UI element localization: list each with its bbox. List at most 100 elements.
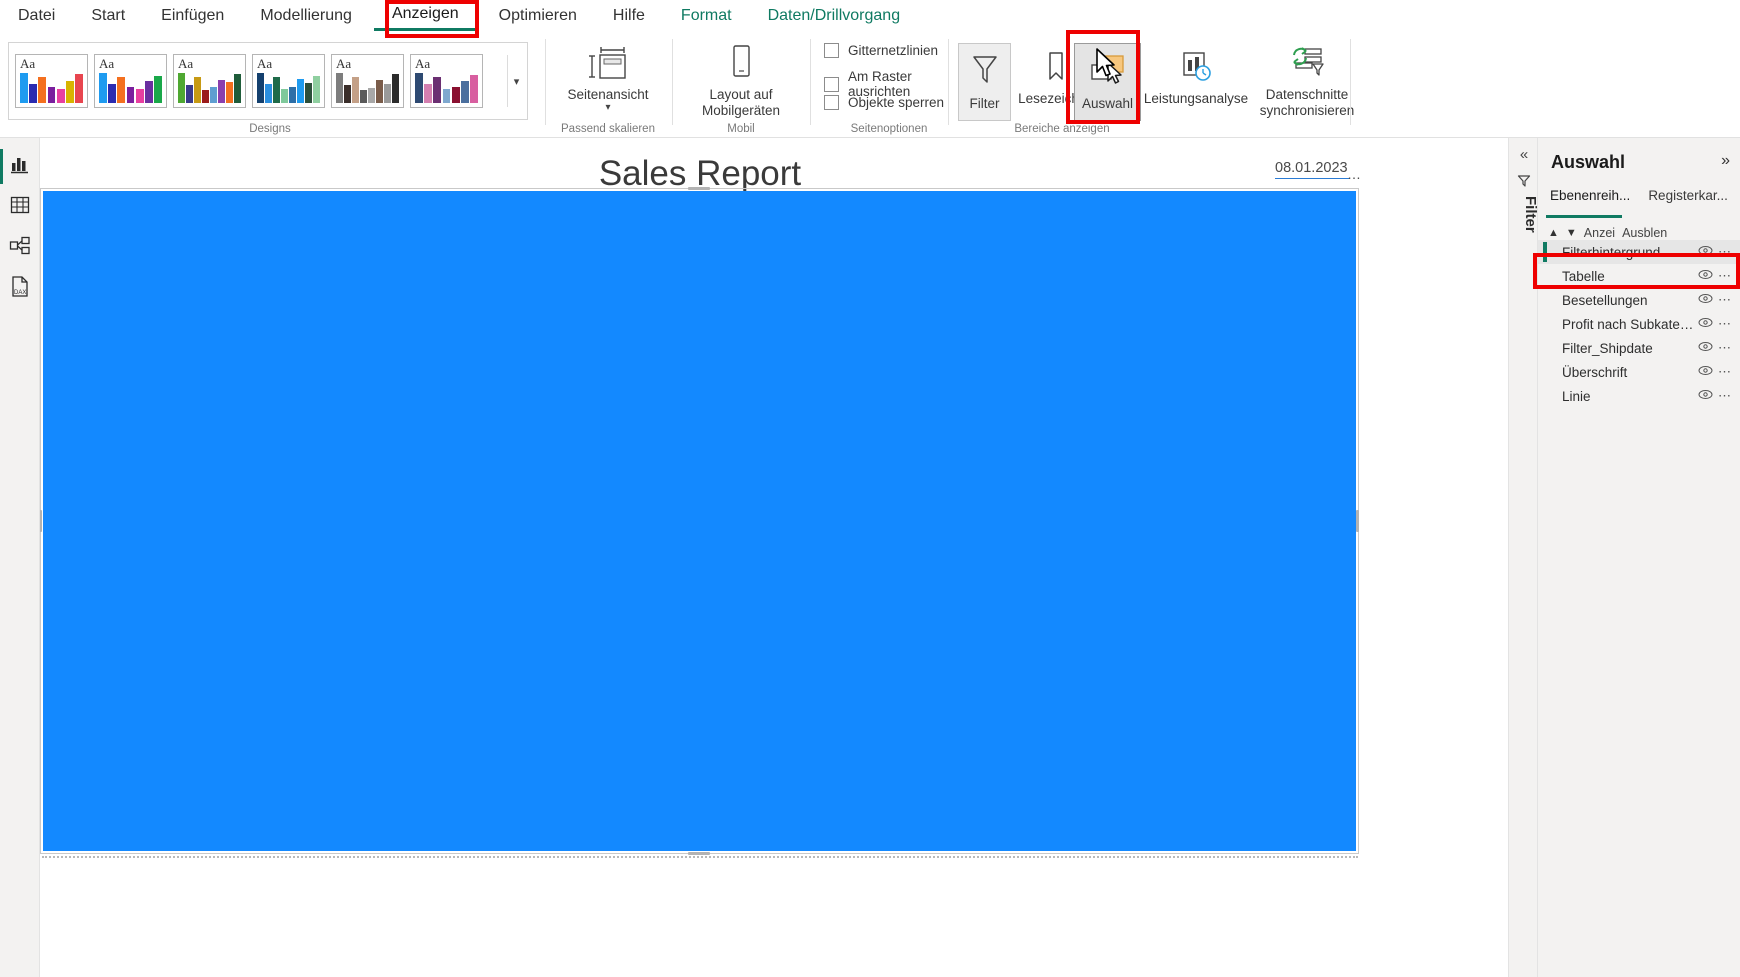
layer-name: Überschrift (1562, 364, 1628, 380)
ellipsis-icon[interactable]: ⋯ (1718, 316, 1732, 332)
theme-bars (178, 73, 241, 103)
ellipsis-icon[interactable]: ⋯ (1718, 268, 1732, 284)
filter-pane-label: Filter (969, 96, 1000, 111)
resize-handle-left[interactable] (40, 510, 42, 532)
seitenansicht-button[interactable]: Seitenansicht ▾ (552, 41, 664, 113)
ribbon-separator (672, 39, 673, 125)
report-date-field[interactable]: 08.01.2023 (1275, 160, 1350, 179)
checkbox-objekte-sperren[interactable]: Objekte sperren (824, 95, 944, 110)
auswahl-pane-label: Auswahl (1081, 96, 1134, 111)
resize-handle-right[interactable] (1356, 510, 1359, 532)
leistungsanalyse-button[interactable]: Leistungsanalyse (1137, 45, 1255, 107)
menu-bar: Datei Start Einfügen Modellierung Anzeig… (0, 0, 1740, 31)
chevron-down-icon[interactable]: ▾ (507, 55, 525, 107)
filterhintergrund-shape[interactable] (43, 191, 1356, 851)
theme-aa-label: Aa (415, 56, 431, 71)
mobile-layout-button[interactable]: Layout auf Mobilgeräten (680, 41, 802, 119)
eye-icon[interactable] (1698, 293, 1713, 307)
chevron-double-left-icon[interactable]: « (1509, 146, 1539, 163)
view-switcher-rail: DAX (0, 138, 40, 977)
filter-pane-button[interactable]: Filter (958, 43, 1011, 121)
layer-list: Filterhintergrund ⋯ Tabelle ⋯ Besetellun… (1538, 240, 1740, 408)
chevron-down-icon[interactable]: ▾ (605, 103, 610, 113)
theme-aa-label: Aa (20, 56, 36, 71)
ribbon-group-bereiche-anzeigen: Filter Lesezeichen Auswahl Leistungsanal… (952, 31, 1354, 138)
checkbox-label: Gitternetzlinien (848, 43, 939, 58)
eye-icon[interactable] (1698, 365, 1713, 379)
ellipsis-icon[interactable]: ⋯ (1718, 364, 1732, 380)
ribbon-group-label-scale: Passend skalieren (561, 123, 655, 135)
ribbon-separator (810, 39, 811, 125)
ellipsis-icon[interactable]: ⋯ (1718, 244, 1732, 260)
funnel-icon (1509, 174, 1539, 191)
report-canvas[interactable]: Sales Report 08.01.2023 … (40, 138, 1508, 977)
layer-row-ueberschrift[interactable]: Überschrift ⋯ (1538, 360, 1740, 384)
theme-swatch[interactable]: Aa (94, 54, 167, 108)
checkbox-box[interactable] (824, 95, 839, 110)
layer-name: Filterhintergrund (1562, 244, 1661, 260)
show-button[interactable]: Anzei (1584, 226, 1615, 240)
theme-swatch[interactable]: Aa (331, 54, 404, 108)
layer-row-tabelle[interactable]: Tabelle ⋯ (1538, 264, 1740, 288)
ellipsis-icon[interactable]: ⋯ (1718, 292, 1732, 308)
layer-name: Profit nach Subkateg... (1562, 316, 1694, 332)
menu-item-start[interactable]: Start (73, 0, 143, 31)
theme-aa-label: Aa (178, 56, 194, 71)
tab-registerkarten[interactable]: Registerkar... (1636, 186, 1734, 218)
theme-aa-label: Aa (336, 56, 352, 71)
menu-item-datei[interactable]: Datei (0, 0, 73, 31)
theme-swatch[interactable]: Aa (15, 54, 88, 108)
layer-row-profit-nach-subkategorie[interactable]: Profit nach Subkateg... ⋯ (1538, 312, 1740, 336)
hide-button[interactable]: Ausblen (1622, 226, 1667, 240)
menu-item-hilfe[interactable]: Hilfe (595, 0, 663, 31)
theme-gallery[interactable]: Aa Aa Aa Aa Aa Aa ▾ (8, 42, 528, 120)
layer-row-filter-shipdate[interactable]: Filter_Shipdate ⋯ (1538, 336, 1740, 360)
bookmark-icon (1043, 45, 1069, 89)
menu-item-einfuegen[interactable]: Einfügen (143, 0, 242, 31)
ellipsis-icon[interactable]: ⋯ (1718, 388, 1732, 404)
sidebar-item-dax-query-view[interactable]: DAX (0, 269, 40, 310)
layer-row-besetellungen[interactable]: Besetellungen ⋯ (1538, 288, 1740, 312)
sidebar-item-model-view[interactable] (0, 228, 40, 269)
menu-item-format[interactable]: Format (663, 0, 750, 31)
dax-query-icon: DAX (9, 275, 31, 304)
theme-swatch[interactable]: Aa (173, 54, 246, 108)
selection-pane-tabs: Ebenenreih... Registerkar... (1538, 186, 1740, 218)
eye-icon[interactable] (1698, 245, 1713, 259)
sidebar-item-data-view[interactable] (0, 187, 40, 228)
menu-item-modellierung[interactable]: Modellierung (242, 0, 370, 31)
tab-ebenenreihenfolge[interactable]: Ebenenreih... (1538, 186, 1636, 218)
theme-swatch[interactable]: Aa (252, 54, 325, 108)
menu-item-anzeigen[interactable]: Anzeigen (373, 0, 477, 31)
eye-icon[interactable] (1698, 317, 1713, 331)
checkbox-box[interactable] (824, 43, 839, 58)
arrow-up-icon[interactable]: ▲ (1548, 227, 1559, 239)
table-icon (9, 194, 31, 221)
eye-icon[interactable] (1698, 389, 1713, 403)
ribbon-separator (948, 39, 949, 125)
eye-icon[interactable] (1698, 341, 1713, 355)
datenschnitte-line1: Datenschnitte (1265, 87, 1349, 102)
page-bottom-guide (42, 856, 1358, 858)
selection-pane-title: Auswahl (1551, 152, 1626, 172)
menu-item-daten-drillvorgang[interactable]: Daten/Drillvorgang (750, 0, 919, 31)
theme-bars (336, 73, 399, 103)
filter-pane-collapsed[interactable]: « Filter (1508, 138, 1539, 977)
resize-handle-top[interactable] (688, 187, 710, 190)
checkbox-box[interactable] (824, 76, 839, 92)
layer-row-filterhintergrund[interactable]: Filterhintergrund ⋯ (1538, 240, 1740, 264)
datenschnitte-synchronisieren-button[interactable]: Datenschnitte synchronisieren (1247, 41, 1367, 119)
filter-pane-label: Filter (1522, 196, 1539, 233)
theme-swatch[interactable]: Aa (410, 54, 483, 108)
checkbox-gitternetzlinien[interactable]: Gitternetzlinien (824, 43, 938, 58)
arrow-down-icon[interactable]: ▼ (1566, 227, 1577, 239)
chevron-double-right-icon[interactable]: » (1721, 152, 1730, 170)
ellipsis-icon[interactable]: ⋯ (1718, 340, 1732, 356)
bar-chart-icon (9, 153, 31, 180)
resize-handle-bottom[interactable] (688, 852, 710, 855)
eye-icon[interactable] (1698, 269, 1713, 283)
auswahl-pane-button[interactable]: Auswahl (1074, 43, 1141, 121)
sidebar-item-report-view[interactable] (0, 146, 40, 187)
layer-row-linie[interactable]: Linie ⋯ (1538, 384, 1740, 408)
menu-item-optimieren[interactable]: Optimieren (481, 0, 595, 31)
